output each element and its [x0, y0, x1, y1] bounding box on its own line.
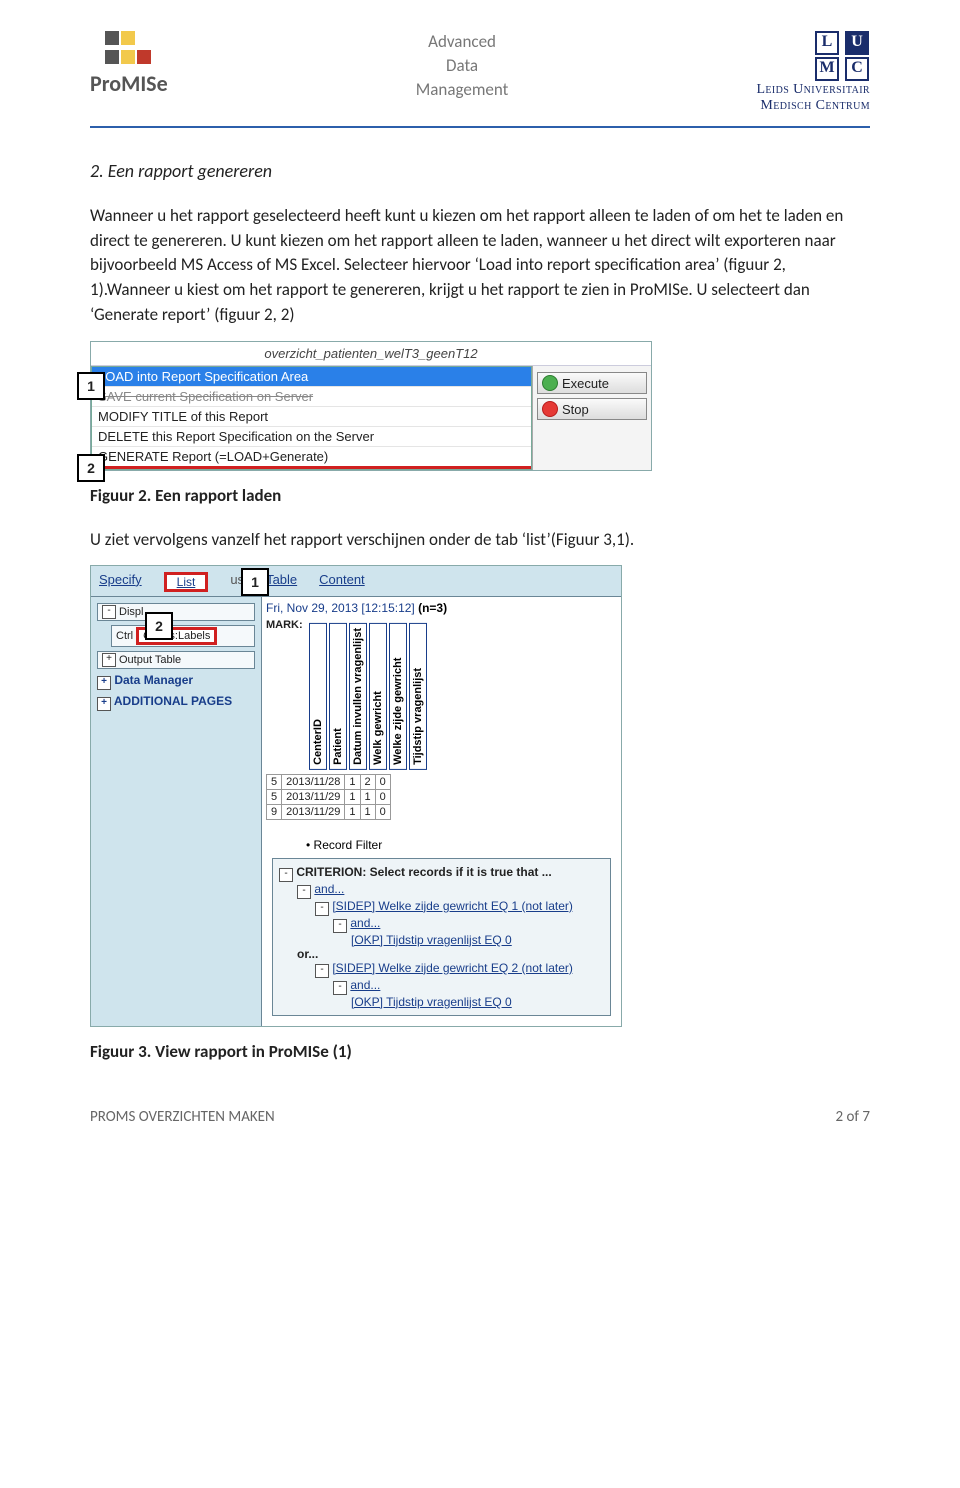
promise-logo: ProMISe — [90, 30, 168, 97]
menu-load-spec[interactable]: LOAD into Report Specification Area — [92, 367, 531, 387]
page-footer: PROMS OVERZICHTEN MAKEN 2 of 7 — [90, 1108, 870, 1126]
table-row: 52013/11/28120 — [267, 774, 391, 789]
col-patient: Patient — [329, 623, 347, 770]
report-view: Fri, Nov 29, 2013 [12:15:12] (n=3) MARK:… — [261, 597, 621, 1026]
menu-modify-title[interactable]: MODIFY TITLE of this Report — [92, 407, 531, 427]
col-datum: Datum invullen vragenlijst — [349, 623, 367, 770]
mark-label: MARK: — [266, 619, 303, 631]
section-heading: 2. Een rapport genereren — [90, 160, 870, 182]
left-panel: -Displ Ctrl Codes:Labels +Output Table +… — [91, 597, 261, 1026]
callout-2: 2 — [145, 612, 173, 640]
paragraph-1: Wanneer u het rapport geselecteerd heeft… — [90, 204, 870, 327]
context-menu: LOAD into Report Specification Area SAVE… — [91, 366, 532, 470]
display-options[interactable]: -Displ — [97, 603, 255, 621]
header-center-text: Advanced Data Management — [416, 30, 509, 101]
callout-2: 2 — [77, 454, 105, 482]
tab-content[interactable]: Content — [319, 572, 365, 592]
execute-icon — [542, 375, 558, 391]
output-table[interactable]: +Output Table — [97, 651, 255, 669]
callout-1: 1 — [241, 568, 269, 596]
stop-button[interactable]: Stop — [537, 398, 647, 420]
record-filter-label: Record Filter — [306, 838, 617, 852]
tab-bar: Specify List us Table Content — [91, 566, 621, 596]
footer-right: 2 of 7 — [836, 1108, 870, 1126]
menu-generate-report[interactable]: GENERATE Report (=LOAD+Generate) — [92, 447, 531, 469]
col-zijde: Welke zijde gewricht — [389, 623, 407, 770]
data-manager[interactable]: Data Manager — [114, 673, 193, 687]
col-tijdstip: Tijdstip vragenlijst — [409, 623, 427, 770]
stop-icon — [542, 401, 558, 417]
callout-1: 1 — [77, 372, 105, 400]
col-gewricht: Welk gewricht — [369, 623, 387, 770]
execute-button[interactable]: Execute — [537, 372, 647, 394]
report-timestamp: Fri, Nov 29, 2013 [12:15:12] (n=3) — [266, 601, 447, 615]
footer-left: PROMS OVERZICHTEN MAKEN — [90, 1108, 275, 1126]
tab-table[interactable]: Table — [266, 572, 297, 592]
promise-wordmark: ProMISe — [90, 70, 168, 97]
criterion-box: - CRITERION: Select records if it is tru… — [272, 858, 611, 1016]
figure-3: 1 2 Specify List us Table Content -Displ… — [90, 565, 622, 1027]
menu-save-spec[interactable]: SAVE current Specification on Server — [92, 387, 531, 407]
report-name: overzicht_patienten_welT3_geenT12 — [91, 342, 651, 366]
column-headers: CenterID Patient Datum invullen vragenli… — [309, 623, 427, 770]
additional-pages[interactable]: ADDITIONAL PAGES — [114, 694, 232, 708]
ctrl-row[interactable]: Ctrl Codes:Labels — [111, 625, 255, 647]
page-header: ProMISe Advanced Data Management L U M C… — [90, 30, 870, 128]
tab-list[interactable]: List — [164, 572, 209, 592]
lumc-logo: L U M C Leids Universitair Medisch Centr… — [756, 30, 870, 114]
col-centerid: CenterID — [309, 623, 327, 770]
paragraph-2: U ziet vervolgens vanzelf het rapport ve… — [90, 528, 870, 553]
table-row: 52013/11/29110 — [267, 789, 391, 804]
figure-2: 1 2 overzicht_patienten_welT3_geenT12 LO… — [90, 341, 652, 471]
data-table: 52013/11/28120 52013/11/29110 92013/11/2… — [266, 774, 391, 820]
figure-3-caption: Figuur 3. View rapport in ProMISe (1) — [90, 1041, 870, 1062]
figure-2-caption: Figuur 2. Een rapport laden — [90, 485, 870, 506]
menu-delete-spec[interactable]: DELETE this Report Specification on the … — [92, 427, 531, 447]
table-row: 92013/11/29110 — [267, 804, 391, 819]
tab-specify[interactable]: Specify — [99, 572, 142, 592]
